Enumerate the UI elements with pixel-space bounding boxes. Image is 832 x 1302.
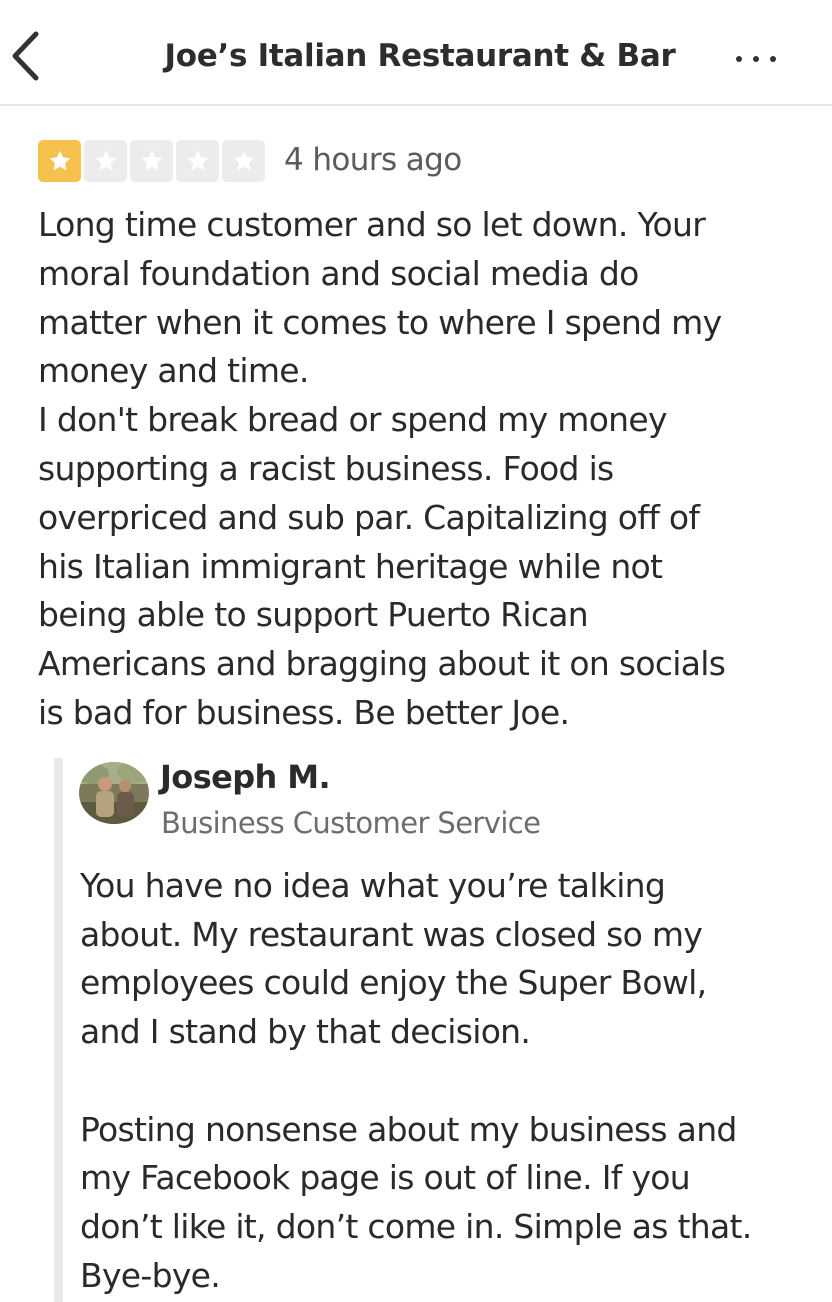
review-timestamp: 4 hours ago [284, 142, 462, 178]
reply-divider [54, 758, 63, 1302]
star-icon [233, 150, 254, 171]
review-body: Long time customer and so let down. Your… [38, 201, 818, 738]
star-icon [95, 150, 116, 171]
star-empty [222, 140, 265, 182]
avatar[interactable] [79, 762, 149, 824]
more-horizontal-icon [736, 56, 742, 62]
owner-reply-body: You have no idea what you’re talking abo… [80, 862, 825, 1300]
reply-paragraph: You have no idea what you’re talking abo… [80, 866, 707, 1052]
avatar-photo [79, 762, 149, 824]
star-filled [38, 140, 81, 182]
star-empty [130, 140, 173, 182]
reply-paragraph: Posting nonsense about my business and m… [80, 1109, 752, 1295]
star-icon [141, 150, 162, 171]
star-icon [49, 150, 70, 171]
top-bar: Joe’s Italian Restaurant & Bar [0, 0, 832, 106]
star-empty [176, 140, 219, 182]
star-rating [38, 140, 265, 182]
more-options-button[interactable] [736, 50, 780, 70]
review-paragraph: I don't break bread or spend my money su… [38, 400, 726, 732]
star-icon [187, 150, 208, 171]
review-paragraph: Long time customer and so let down. Your… [38, 205, 722, 391]
owner-role: Business Customer Service [161, 806, 541, 840]
owner-name[interactable]: Joseph M. [160, 758, 331, 796]
star-empty [84, 140, 127, 182]
business-title: Joe’s Italian Restaurant & Bar [164, 38, 676, 74]
